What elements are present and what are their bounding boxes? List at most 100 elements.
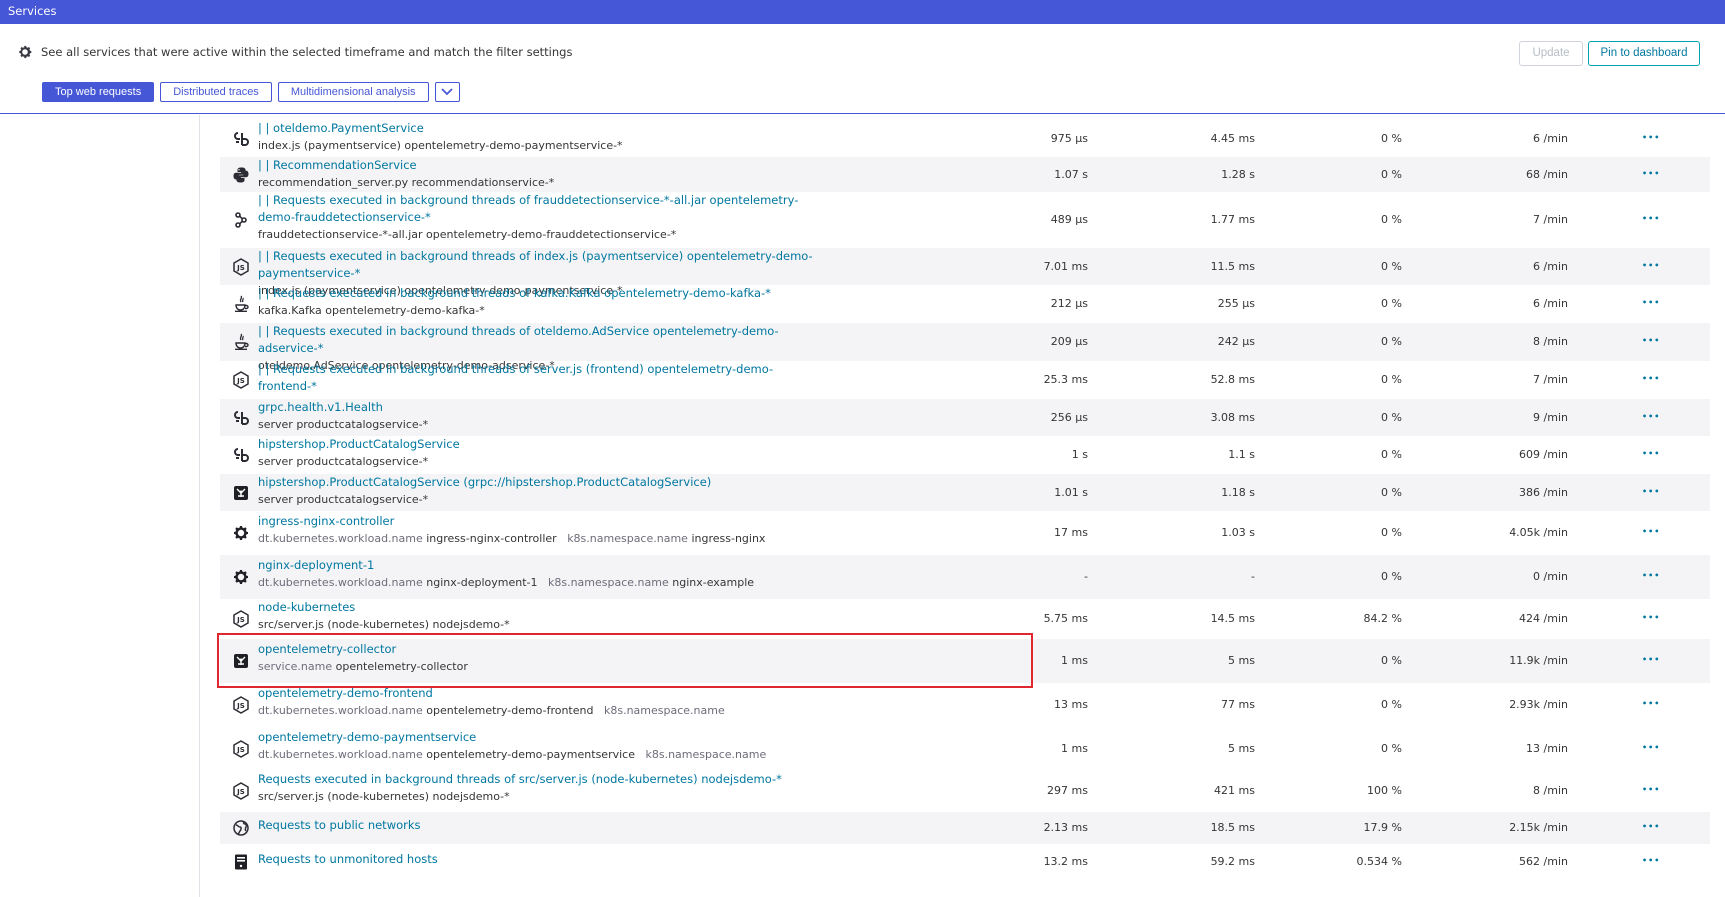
more-actions-icon[interactable]: •••	[1642, 571, 1659, 580]
more-actions-icon[interactable]: •••	[1642, 527, 1659, 536]
more-actions-icon[interactable]: •••	[1642, 336, 1659, 345]
more-actions-icon[interactable]: •••	[1642, 785, 1659, 794]
nodejs-icon: JS	[232, 782, 250, 800]
service-name-link[interactable]: Requests executed in background threads …	[258, 771, 818, 788]
service-name-link[interactable]: Requests to public networks	[258, 817, 818, 834]
more-actions-icon[interactable]: •••	[1642, 856, 1659, 865]
table-row[interactable]: JS opentelemetry-demo-paymentservice dt.ku…	[220, 727, 1710, 770]
service-name-link[interactable]: opentelemetry-demo-paymentservice	[258, 729, 818, 746]
tab-distributed-traces[interactable]: Distributed traces	[160, 82, 272, 102]
tab-top-web-requests[interactable]: Top web requests	[42, 82, 155, 102]
service-name-link[interactable]: node-kubernetes	[258, 599, 818, 616]
response-time-slowest: 14.5 ms	[1210, 612, 1255, 625]
gear-icon	[232, 568, 250, 586]
tag-value: ingress-nginx-controller	[422, 532, 557, 545]
response-time-median: 256 µs	[1050, 410, 1088, 424]
tab-multidimensional-analysis[interactable]: Multidimensional analysis	[277, 82, 429, 102]
more-actions-icon[interactable]: •••	[1642, 822, 1659, 831]
response-time-median: 5.75 ms	[1043, 612, 1088, 625]
response-time-slowest: 1.28 s	[1221, 167, 1255, 181]
more-actions-icon[interactable]: •••	[1642, 374, 1659, 383]
table-row[interactable]: | | oteldemo.PaymentService index.js (pay…	[220, 120, 1710, 157]
table-row[interactable]: JS | | Requests executed in background th…	[220, 248, 1710, 297]
table-row[interactable]: JS | | Requests executed in background th…	[220, 361, 1710, 410]
go-icon	[232, 446, 250, 464]
service-details: dt.kubernetes.workload.name opentelemetr…	[258, 746, 958, 763]
failure-rate: 0 %	[1381, 448, 1402, 461]
throughput: 4.05k /min	[1509, 526, 1568, 539]
service-name-link[interactable]: | | oteldemo.PaymentService	[258, 120, 818, 137]
more-actions-icon[interactable]: •••	[1642, 487, 1659, 496]
service-name-link[interactable]: | | RecommendationService	[258, 157, 818, 174]
pin-to-dashboard-button[interactable]: Pin to dashboard	[1588, 41, 1700, 66]
more-actions-icon[interactable]: •••	[1642, 214, 1659, 223]
response-time-slowest: 1.1 s	[1228, 448, 1255, 461]
table-row[interactable]: | | RecommendationService recommendation_…	[220, 157, 1710, 192]
table-row[interactable]: ingress-nginx-controller dt.kubernetes.wo…	[220, 511, 1710, 555]
table-row[interactable]: Requests to unmonitored hosts 13.2 ms 59.2…	[220, 844, 1710, 880]
service-name-link[interactable]: hipstershop.ProductCatalogService	[258, 436, 818, 453]
service-name-link[interactable]: Requests to unmonitored hosts	[258, 851, 818, 868]
response-time-slowest: 18.5 ms	[1210, 821, 1255, 834]
table-row[interactable]: | | Requests executed in background thre…	[220, 323, 1710, 372]
update-button[interactable]: Update	[1519, 41, 1583, 66]
chevron-down-icon	[441, 88, 453, 96]
table-row[interactable]: | | Requests executed in background thre…	[220, 285, 1710, 323]
response-time-median: 7.01 ms	[1043, 259, 1088, 273]
more-tabs-button[interactable]	[434, 82, 460, 102]
more-actions-icon[interactable]: •••	[1642, 133, 1659, 142]
go-icon	[232, 130, 250, 148]
throughput: 6 /min	[1533, 297, 1568, 310]
analysis-tabs: Top web requests Distributed traces Mult…	[42, 82, 460, 102]
failure-rate: 17.9 %	[1363, 821, 1402, 834]
nodejs-icon: JS	[232, 739, 250, 758]
throughput: 424 /min	[1519, 612, 1568, 625]
service-details: frauddetectionservice-*-all.jar opentele…	[258, 228, 677, 241]
response-time-median: 1 s	[1071, 448, 1088, 461]
service-name-link[interactable]: nginx-deployment-1	[258, 557, 818, 574]
page-title-bar: Services	[0, 0, 1725, 24]
more-actions-icon[interactable]: •••	[1642, 169, 1659, 178]
service-name-link[interactable]: grpc.health.v1.Health	[258, 399, 818, 416]
table-row[interactable]: hipstershop.ProductCatalogService server …	[220, 436, 1710, 474]
service-details: src/server.js (node-kubernetes) nodejsde…	[258, 618, 510, 631]
more-actions-icon[interactable]: •••	[1642, 412, 1659, 421]
table-row[interactable]: JS opentelemetry-demo-frontend dt.kubernet…	[220, 683, 1710, 727]
throughput: 6 /min	[1533, 131, 1568, 145]
more-actions-icon[interactable]: •••	[1642, 261, 1659, 270]
table-row[interactable]: hipstershop.ProductCatalogService (grpc:…	[220, 474, 1710, 511]
more-actions-icon[interactable]: •••	[1642, 449, 1659, 458]
opentelemetry-icon	[232, 484, 250, 502]
more-actions-icon[interactable]: •••	[1642, 743, 1659, 752]
more-actions-icon[interactable]: •••	[1642, 655, 1659, 664]
java-icon	[232, 295, 250, 313]
service-name-link[interactable]: | | Requests executed in background thre…	[258, 285, 818, 302]
service-name-link[interactable]: | | Requests executed in background thre…	[258, 361, 818, 395]
table-row[interactable]: Requests to public networks 2.13 ms 18.5 m…	[220, 812, 1710, 844]
failure-rate: 0 %	[1381, 654, 1402, 667]
failure-rate: 0 %	[1381, 213, 1402, 226]
service-name-link[interactable]: | | Requests executed in background thre…	[258, 192, 818, 226]
response-time-slowest: 52.8 ms	[1210, 373, 1255, 386]
more-actions-icon[interactable]: •••	[1642, 699, 1659, 708]
service-name-link[interactable]: | | Requests executed in background thre…	[258, 323, 818, 357]
service-name-link[interactable]: ingress-nginx-controller	[258, 513, 818, 530]
service-details: server productcatalogservice-*	[258, 418, 429, 431]
more-actions-icon[interactable]: •••	[1642, 613, 1659, 622]
service-details: server productcatalogservice-*	[258, 455, 429, 468]
info-text: See all services that were active within…	[41, 45, 573, 59]
throughput: 9 /min	[1533, 410, 1568, 424]
globe-icon	[232, 819, 250, 837]
table-row[interactable]: nginx-deployment-1 dt.kubernetes.workload…	[220, 555, 1710, 599]
service-details: kafka.Kafka opentelemetry-demo-kafka-*	[258, 304, 485, 317]
table-row[interactable]: | | Requests executed in background thre…	[220, 192, 1710, 248]
failure-rate: 0 %	[1381, 410, 1402, 424]
more-actions-icon[interactable]: •••	[1642, 298, 1659, 307]
throughput: 8 /min	[1533, 335, 1568, 348]
service-name-link[interactable]: | | Requests executed in background thre…	[258, 248, 818, 282]
service-name-link[interactable]: hipstershop.ProductCatalogService (grpc:…	[258, 474, 818, 491]
table-row[interactable]: JS Requests executed in background thread…	[220, 770, 1710, 812]
settings-gear-icon[interactable]	[17, 44, 33, 60]
table-row[interactable]: grpc.health.v1.Health server productcatal…	[220, 399, 1710, 436]
svg-text:JS: JS	[236, 616, 245, 624]
